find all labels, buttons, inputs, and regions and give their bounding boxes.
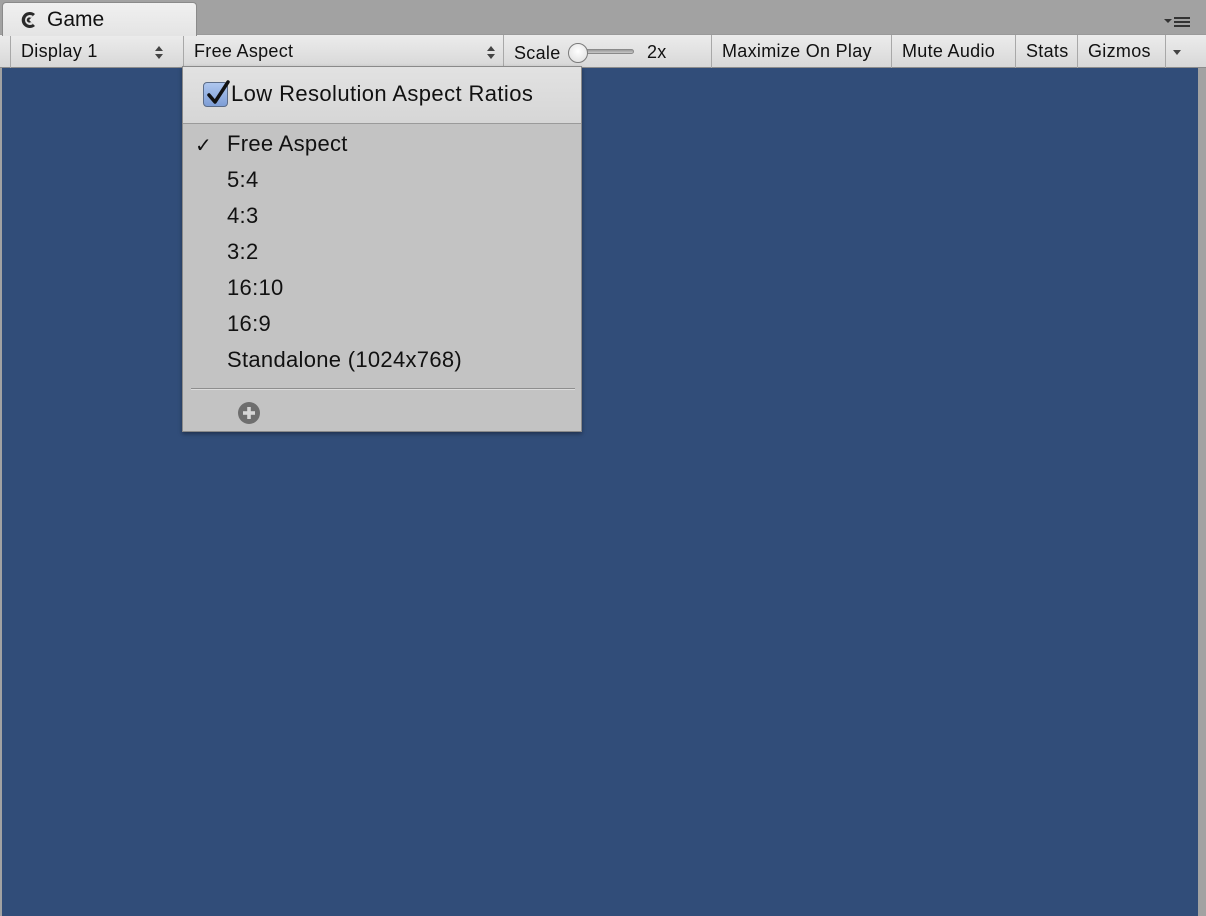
scale-slider-thumb[interactable]: [568, 43, 588, 63]
stats-label: Stats: [1026, 41, 1069, 61]
window-edge: [1198, 68, 1206, 916]
maximize-label: Maximize On Play: [722, 41, 872, 61]
chevron-down-icon: [1172, 41, 1182, 62]
check-icon: ✓: [195, 135, 213, 157]
stats-toggle[interactable]: Stats: [1015, 35, 1077, 68]
aspect-option-3-2[interactable]: 3:2: [183, 234, 581, 270]
aspect-menu: Low Resolution Aspect Ratios ✓ Free Aspe…: [182, 66, 582, 432]
gizmos-label: Gizmos: [1088, 41, 1151, 61]
tab-bar: Game: [0, 0, 1206, 36]
display-label: Display 1: [21, 41, 98, 61]
aspect-option-label: Free Aspect: [227, 131, 348, 156]
aspect-dropdown[interactable]: Free Aspect: [183, 35, 503, 68]
aspect-option-5-4[interactable]: 5:4: [183, 162, 581, 198]
aspect-option-label: 5:4: [227, 167, 259, 192]
maximize-on-play-toggle[interactable]: Maximize On Play: [711, 35, 891, 68]
window-menu-icon[interactable]: [1164, 14, 1190, 30]
mute-label: Mute Audio: [902, 41, 996, 61]
up-down-arrows-icon: [155, 44, 163, 59]
aspect-option-label: 16:9: [227, 311, 272, 336]
tab-game[interactable]: Game: [2, 2, 197, 36]
aspect-option-label: 3:2: [227, 239, 259, 264]
display-dropdown[interactable]: Display 1: [10, 35, 172, 68]
aspect-option-free[interactable]: ✓ Free Aspect: [183, 126, 581, 162]
tab-label: Game: [47, 7, 105, 31]
scale-label: Scale: [514, 43, 561, 63]
gizmos-dropdown[interactable]: [1165, 35, 1198, 68]
game-toolbar: Display 1 Free Aspect Scale 2x Maximize …: [0, 34, 1206, 68]
menu-divider: [191, 388, 575, 389]
low-res-checkbox[interactable]: [203, 80, 230, 107]
aspect-option-standalone[interactable]: Standalone (1024x768): [183, 342, 581, 378]
low-res-label: Low Resolution Aspect Ratios: [231, 81, 534, 106]
add-circle-icon[interactable]: [237, 401, 261, 425]
pacman-game-icon: [19, 10, 39, 30]
aspect-label: Free Aspect: [194, 41, 294, 61]
low-res-option[interactable]: Low Resolution Aspect Ratios: [183, 67, 581, 124]
aspect-option-16-9[interactable]: 16:9: [183, 306, 581, 342]
up-down-arrows-icon: [487, 44, 495, 59]
aspect-option-label: 16:10: [227, 275, 284, 300]
scale-value: 2x: [647, 42, 667, 62]
gizmos-toggle[interactable]: Gizmos: [1077, 35, 1165, 68]
aspect-option-label: 4:3: [227, 203, 259, 228]
aspect-option-label: Standalone (1024x768): [227, 347, 463, 372]
aspect-option-16-10[interactable]: 16:10: [183, 270, 581, 306]
mute-audio-toggle[interactable]: Mute Audio: [891, 35, 1015, 68]
aspect-option-4-3[interactable]: 4:3: [183, 198, 581, 234]
